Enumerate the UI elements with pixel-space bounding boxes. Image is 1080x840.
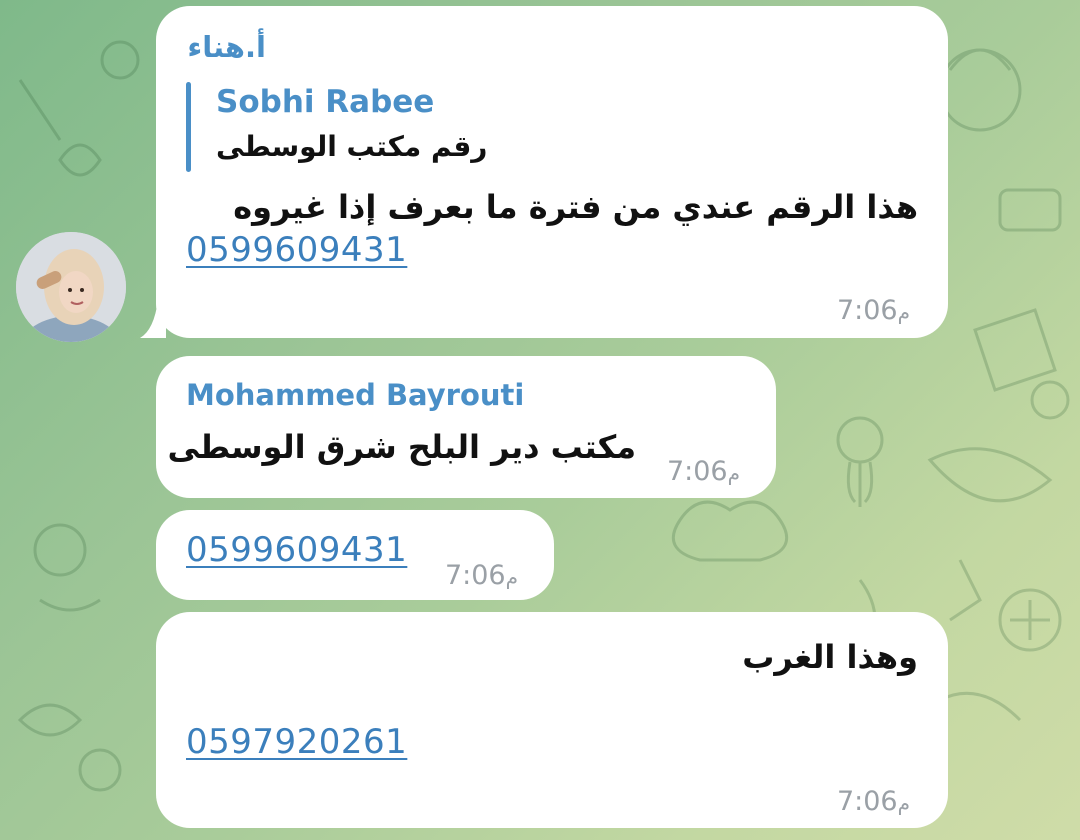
user-photo-icon — [16, 232, 126, 342]
message-time: م7:06 — [667, 456, 746, 487]
reply-preview-text[interactable]: رقم مكتب الوسطى — [216, 130, 487, 163]
phone-link[interactable]: 0599609431 — [186, 530, 407, 570]
message-text: وهذا الغرب — [742, 638, 918, 676]
time-suffix: م — [727, 461, 740, 485]
time-suffix: م — [505, 565, 518, 589]
reply-quote-bar — [186, 82, 191, 172]
time-value: 7:06 — [666, 456, 728, 487]
message-time: م7:06 — [445, 560, 524, 591]
time-suffix: م — [897, 791, 910, 815]
message-time: م7:06 — [837, 786, 916, 817]
time-value: 7:06 — [836, 786, 898, 817]
phone-link[interactable]: 0599609431 — [186, 230, 407, 270]
phone-link[interactable]: 0597920261 — [186, 722, 407, 762]
sender-name[interactable]: أ.هناء — [187, 30, 266, 64]
time-value: 7:06 — [444, 560, 506, 591]
reply-sender-name[interactable]: Sobhi Rabee — [216, 84, 434, 120]
message-text: هذا الرقم عندي من فترة ما بعرف إذا غيروه — [233, 188, 918, 226]
message-text: مكتب دير البلح شرق الوسطى — [167, 428, 636, 466]
sender-avatar[interactable] — [16, 232, 126, 342]
message-time: م7:06 — [837, 295, 916, 326]
message-bubble[interactable] — [156, 6, 948, 338]
sender-name[interactable]: Mohammed Bayrouti — [186, 378, 524, 412]
time-value: 7:06 — [836, 295, 898, 326]
time-suffix: م — [897, 300, 910, 324]
